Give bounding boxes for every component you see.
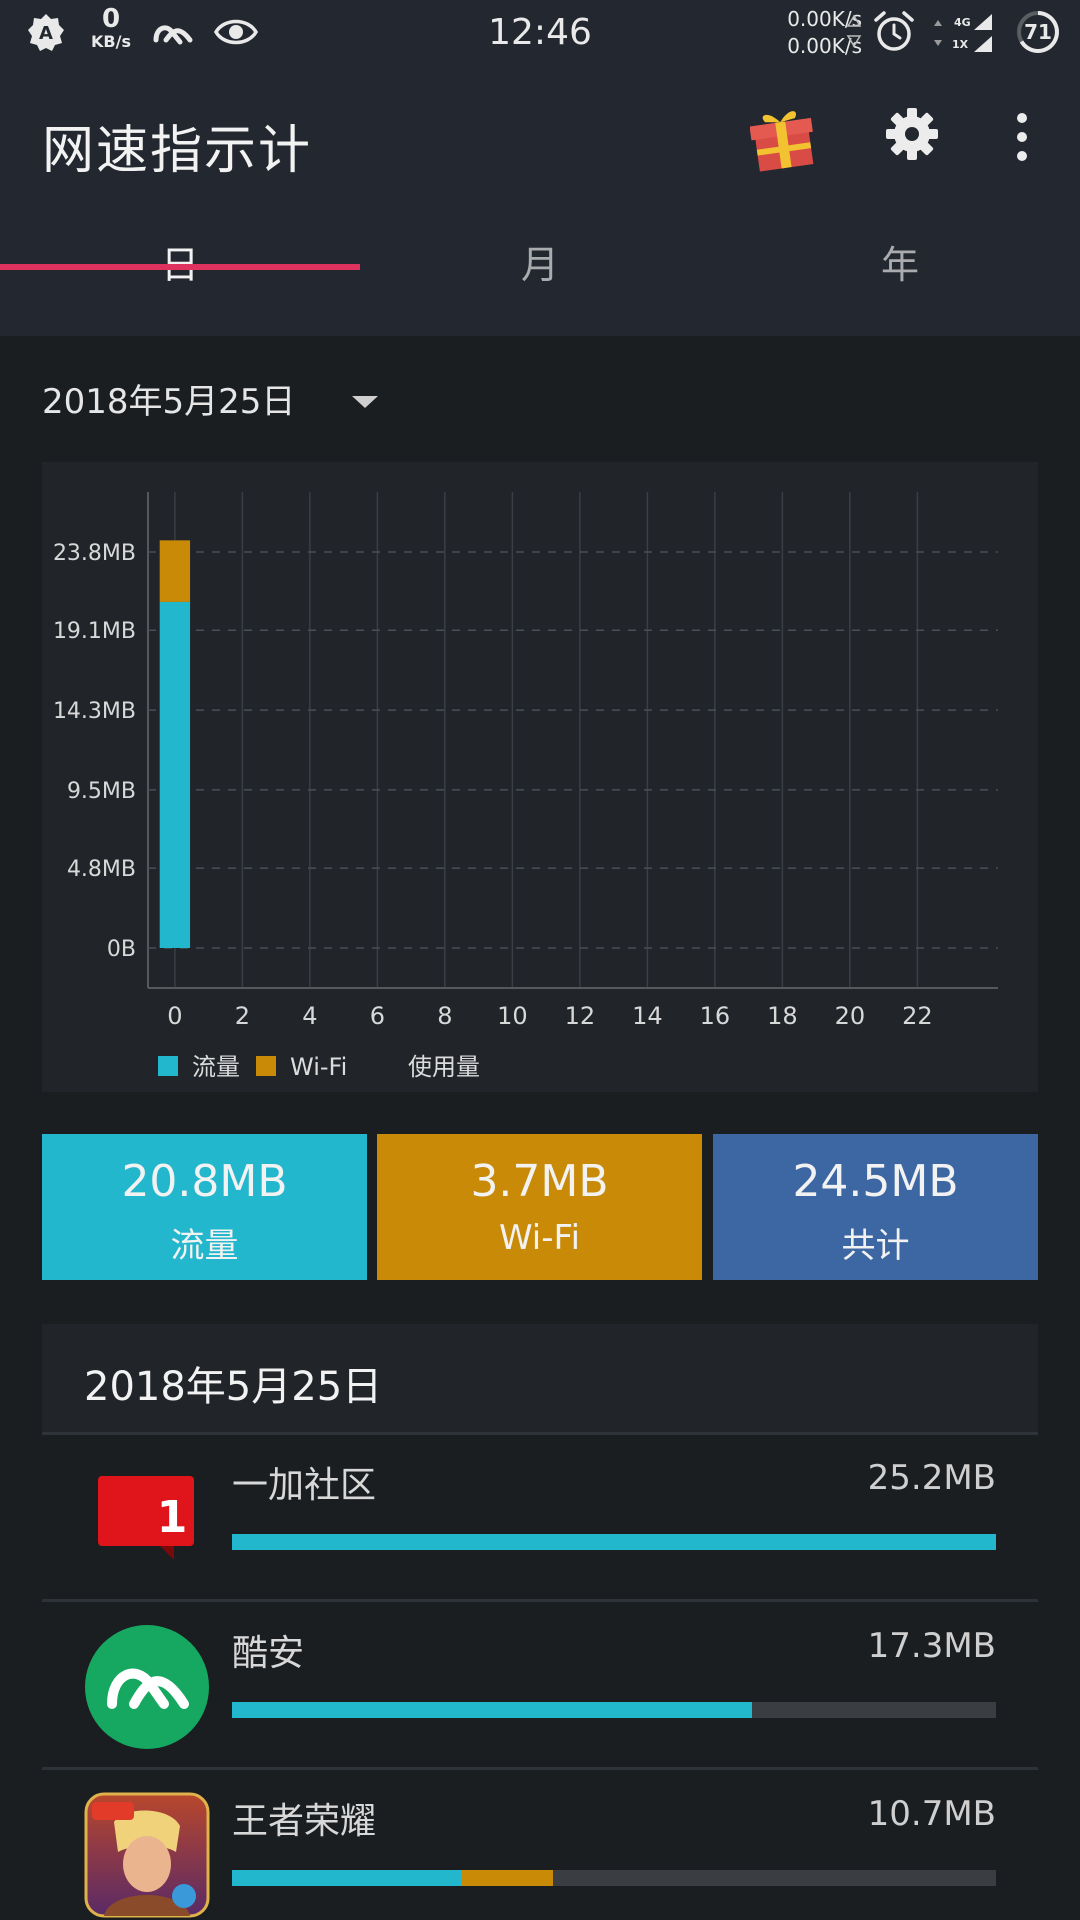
usage-bar — [232, 1870, 996, 1886]
speed-unit: KB/s — [91, 32, 131, 51]
usage-chart-plot: 0 2 4 6 8 10 12 14 16 18 20 22 0B 4.8MB 9.5MB 14.3MB 19.… — [53, 492, 998, 1030]
net-1x-label: 1X — [952, 38, 969, 51]
app-name: 酷安 — [232, 1633, 305, 1674]
summary-mobile-value: 20.8MB — [121, 1156, 288, 1207]
app-name: 一加社区 — [232, 1465, 377, 1506]
list-header-date: 2018年5月25日 — [84, 1364, 383, 1410]
legend-label-wifi: Wi-Fi — [290, 1053, 348, 1081]
tab-indicator — [0, 264, 360, 270]
badge-count: 1 — [157, 1492, 188, 1543]
y-tick-label: 0B — [107, 937, 136, 962]
more-vert-icon[interactable] — [1010, 110, 1034, 164]
list-item[interactable]: 酷安 17.3MB — [42, 1602, 1038, 1770]
alarm-icon — [874, 11, 914, 51]
app-title: 网速指示计 — [42, 121, 313, 181]
list-item[interactable]: 1 一加社区 25.2MB — [42, 1434, 1038, 1602]
y-tick-label: 23.8MB — [53, 541, 136, 566]
speed-value: 0 — [101, 4, 121, 34]
list-item[interactable]: 王者荣耀 10.7MB — [42, 1770, 1038, 1920]
svg-text:A: A — [39, 23, 53, 44]
app-usage-size: 17.3MB — [867, 1626, 996, 1666]
x-tick-label: 2 — [235, 1002, 250, 1030]
eye-icon — [214, 19, 258, 45]
summary-wifi-label: Wi-Fi — [498, 1218, 581, 1258]
summary-total-value: 24.5MB — [792, 1156, 959, 1207]
oneplus-community-icon: 1 — [98, 1476, 194, 1560]
clock: 12:46 — [488, 12, 592, 53]
x-tick-label: 14 — [632, 1002, 663, 1030]
app-usage-size: 25.2MB — [867, 1458, 996, 1498]
a-badge-icon: A — [28, 14, 64, 51]
coolapk-icon — [153, 25, 193, 45]
gift-icon[interactable] — [750, 102, 816, 172]
usage-bar — [232, 1534, 996, 1550]
summary-mobile-label: 流量 — [170, 1226, 239, 1266]
y-tick-label: 19.1MB — [53, 619, 136, 644]
usage-bar-mobile — [232, 1702, 752, 1718]
app-usage-list: 2018年5月25日 1 一加社区 25.2MB 酷安 17.3MB 王者荣耀 … — [42, 1324, 1038, 1920]
x-tick-label: 12 — [565, 1002, 596, 1030]
dropdown-arrow-icon[interactable] — [350, 394, 380, 410]
summary-total-label: 共计 — [841, 1226, 910, 1266]
list-header: 2018年5月25日 — [42, 1324, 1038, 1435]
tab-year[interactable]: 年 — [720, 222, 1080, 336]
legend-swatch-wifi — [256, 1056, 276, 1076]
usage-bar-mobile — [232, 1870, 462, 1886]
status-bar: A 0 KB/s 12:46 0.00K/s 0.00K/s 4G 1X 71 — [0, 0, 1080, 66]
network-speed-indicator: 0 KB/s — [88, 6, 134, 50]
y-tick-label: 9.5MB — [67, 779, 136, 804]
coolapk-app-icon — [85, 1625, 209, 1749]
x-tick-label: 10 — [497, 1002, 528, 1030]
x-tick-label: 8 — [437, 1002, 452, 1030]
legend-label-usage: 使用量 — [408, 1053, 480, 1081]
tab-day[interactable]: 日 — [0, 222, 360, 336]
battery-indicator: 71 — [1016, 10, 1060, 54]
y-tick-label: 4.8MB — [67, 857, 136, 882]
usage-bar-mobile — [232, 1534, 996, 1550]
x-tick-label: 0 — [167, 1002, 182, 1030]
usage-chart: 0 2 4 6 8 10 12 14 16 18 20 22 0B 4.8MB 9.5MB 14.3MB 19.… — [42, 462, 1038, 1092]
honor-of-kings-icon — [84, 1792, 210, 1918]
gear-icon[interactable] — [884, 106, 940, 162]
usage-bar — [232, 1702, 996, 1718]
date-selector[interactable]: 2018年5月25日 — [42, 374, 378, 426]
x-tick-label: 16 — [700, 1002, 731, 1030]
app-usage-size: 10.7MB — [867, 1794, 996, 1834]
app-bar: 网速指示计 日 月 年 — [0, 66, 1080, 336]
period-tabs: 日 月 年 — [0, 222, 1080, 336]
signal-icon: 4G 1X — [934, 14, 992, 52]
summary-tile-total: 24.5MB 共计 — [713, 1134, 1038, 1280]
x-tick-label: 22 — [902, 1002, 933, 1030]
bar-mobile — [159, 601, 191, 948]
x-tick-label: 20 — [835, 1002, 866, 1030]
x-tick-label: 4 — [302, 1002, 317, 1030]
bar-wifi — [159, 540, 191, 602]
legend-swatch-mobile — [158, 1056, 178, 1076]
traffic-arrows-icon — [846, 14, 862, 48]
summary-tile-mobile: 20.8MB 流量 — [42, 1134, 367, 1280]
x-tick-label: 6 — [370, 1002, 385, 1030]
y-tick-label: 14.3MB — [53, 699, 136, 724]
tab-month[interactable]: 月 — [360, 222, 720, 336]
selected-date: 2018年5月25日 — [42, 382, 296, 422]
app-name: 王者荣耀 — [232, 1801, 377, 1842]
usage-bar-wifi — [461, 1870, 553, 1886]
x-tick-label: 18 — [767, 1002, 798, 1030]
battery-level: 71 — [1024, 20, 1052, 44]
summary-tile-wifi: 3.7MB Wi-Fi — [377, 1134, 702, 1280]
net-4g-label: 4G — [954, 16, 971, 29]
legend-label-mobile: 流量 — [192, 1053, 240, 1081]
summary-wifi-value: 3.7MB — [470, 1156, 609, 1207]
